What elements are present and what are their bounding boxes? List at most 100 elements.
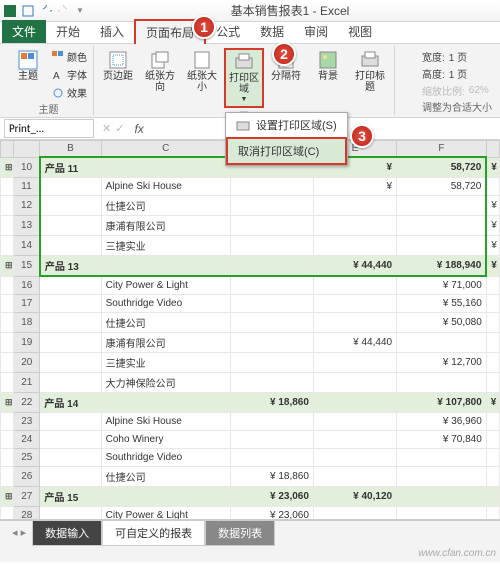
- table-row[interactable]: 17Southridge Video¥ 55,160: [1, 294, 500, 312]
- row-header[interactable]: 19: [14, 332, 40, 352]
- outline-toggle[interactable]: [1, 276, 14, 294]
- cell[interactable]: [230, 412, 313, 430]
- effects-button[interactable]: 效果: [50, 84, 89, 101]
- outline-toggle[interactable]: [1, 352, 14, 372]
- cell[interactable]: [40, 506, 101, 520]
- sheet-tab[interactable]: 可自定义的报表: [102, 520, 205, 546]
- sheet-nav[interactable]: ◂ ▸: [6, 526, 32, 539]
- row-header[interactable]: 22: [14, 392, 40, 412]
- cell[interactable]: [40, 448, 101, 466]
- outline-toggle[interactable]: [1, 412, 14, 430]
- cell[interactable]: 产品 13: [40, 256, 101, 277]
- cell[interactable]: [397, 486, 487, 506]
- cell[interactable]: [313, 294, 396, 312]
- cell[interactable]: ¥ 36,960: [397, 412, 487, 430]
- cell[interactable]: 仕捷公司: [101, 466, 230, 486]
- outline-toggle[interactable]: ⊞: [1, 256, 14, 277]
- row-header[interactable]: 23: [14, 412, 40, 430]
- row-header[interactable]: 11: [14, 178, 40, 196]
- table-row[interactable]: 12仕捷公司¥: [1, 196, 500, 216]
- cell[interactable]: [397, 332, 487, 352]
- cell[interactable]: ¥ 12,700: [397, 352, 487, 372]
- cell[interactable]: [313, 352, 396, 372]
- cell[interactable]: [230, 256, 313, 277]
- cell[interactable]: [397, 196, 487, 216]
- save-icon[interactable]: [22, 5, 34, 17]
- print-area-button[interactable]: 打印区域▼: [224, 48, 264, 108]
- row-header[interactable]: 26: [14, 466, 40, 486]
- cell[interactable]: ¥ 71,000: [397, 276, 487, 294]
- cell[interactable]: [230, 312, 313, 332]
- cell[interactable]: [486, 178, 499, 196]
- cell[interactable]: [40, 236, 101, 256]
- cell[interactable]: [40, 196, 101, 216]
- redo-icon[interactable]: [58, 5, 70, 17]
- cell[interactable]: ¥ 23,060: [230, 506, 313, 520]
- colors-button[interactable]: 颜色: [50, 48, 89, 65]
- table-row[interactable]: 13康浦有限公司¥: [1, 216, 500, 236]
- cell[interactable]: [230, 294, 313, 312]
- cell[interactable]: ¥ 18,860: [230, 392, 313, 412]
- cell[interactable]: 仕捷公司: [101, 196, 230, 216]
- undo-icon[interactable]: [40, 5, 52, 17]
- cell[interactable]: ¥ 44,440: [313, 256, 396, 277]
- outline-toggle[interactable]: [1, 312, 14, 332]
- table-row[interactable]: 23Alpine Ski House¥ 36,960: [1, 412, 500, 430]
- cell[interactable]: [40, 332, 101, 352]
- cell[interactable]: [486, 372, 499, 392]
- row-header[interactable]: 14: [14, 236, 40, 256]
- cell[interactable]: [397, 506, 487, 520]
- table-row[interactable]: 25 Southridge Video: [1, 448, 500, 466]
- cell[interactable]: ¥: [486, 157, 499, 178]
- col-header[interactable]: C: [101, 141, 230, 158]
- outline-toggle[interactable]: [1, 196, 14, 216]
- cell[interactable]: [313, 236, 396, 256]
- col-header[interactable]: F: [397, 141, 487, 158]
- cell[interactable]: City Power & Light: [101, 506, 230, 520]
- table-row[interactable]: 18仕捷公司¥ 50,080: [1, 312, 500, 332]
- cell[interactable]: 大力神保险公司: [101, 372, 230, 392]
- select-all[interactable]: [14, 141, 40, 158]
- outline-toggle[interactable]: [1, 372, 14, 392]
- cell[interactable]: [486, 312, 499, 332]
- outline-toggle[interactable]: [1, 506, 14, 520]
- cell[interactable]: [397, 466, 487, 486]
- table-row[interactable]: 28City Power & Light¥ 23,060: [1, 506, 500, 520]
- outline-toggle[interactable]: ⊞: [1, 486, 14, 506]
- cell[interactable]: [486, 294, 499, 312]
- table-row[interactable]: 24Coho Winery¥ 70,840: [1, 430, 500, 448]
- tab-home[interactable]: 开始: [46, 20, 90, 43]
- cell[interactable]: [40, 216, 101, 236]
- cell[interactable]: Southridge Video: [101, 448, 230, 466]
- cell[interactable]: [230, 332, 313, 352]
- fonts-button[interactable]: A字体: [50, 66, 89, 83]
- cell[interactable]: ¥ 23,060: [230, 486, 313, 506]
- table-row[interactable]: 21大力神保险公司: [1, 372, 500, 392]
- table-row[interactable]: 14三捷实业¥: [1, 236, 500, 256]
- tab-insert[interactable]: 插入: [90, 20, 134, 43]
- cell[interactable]: [397, 216, 487, 236]
- cell[interactable]: City Power & Light: [101, 276, 230, 294]
- cell[interactable]: [313, 216, 396, 236]
- cell[interactable]: [40, 466, 101, 486]
- cell[interactable]: [101, 157, 230, 178]
- cell[interactable]: [486, 448, 499, 466]
- cell[interactable]: Alpine Ski House: [101, 178, 230, 196]
- table-row[interactable]: 26仕捷公司¥ 18,860: [1, 466, 500, 486]
- outline-toggle[interactable]: ⊞: [1, 392, 14, 412]
- table-row[interactable]: 11Alpine Ski House¥58,720: [1, 178, 500, 196]
- cell[interactable]: ¥ 188,940: [397, 256, 487, 277]
- cell[interactable]: 产品 11: [40, 157, 101, 178]
- row-header[interactable]: 25: [14, 448, 40, 466]
- qat-dropdown-icon[interactable]: ▼: [76, 6, 84, 15]
- cell[interactable]: ¥ 44,440: [313, 332, 396, 352]
- cell[interactable]: ¥ 70,840: [397, 430, 487, 448]
- outline-toggle[interactable]: [1, 332, 14, 352]
- cell[interactable]: ¥ 50,080: [397, 312, 487, 332]
- cell[interactable]: [486, 430, 499, 448]
- file-tab[interactable]: 文件: [2, 20, 46, 43]
- cell[interactable]: [40, 178, 101, 196]
- outline-header[interactable]: [1, 141, 14, 158]
- tab-review[interactable]: 审阅: [294, 20, 338, 43]
- cell[interactable]: ¥: [486, 392, 499, 412]
